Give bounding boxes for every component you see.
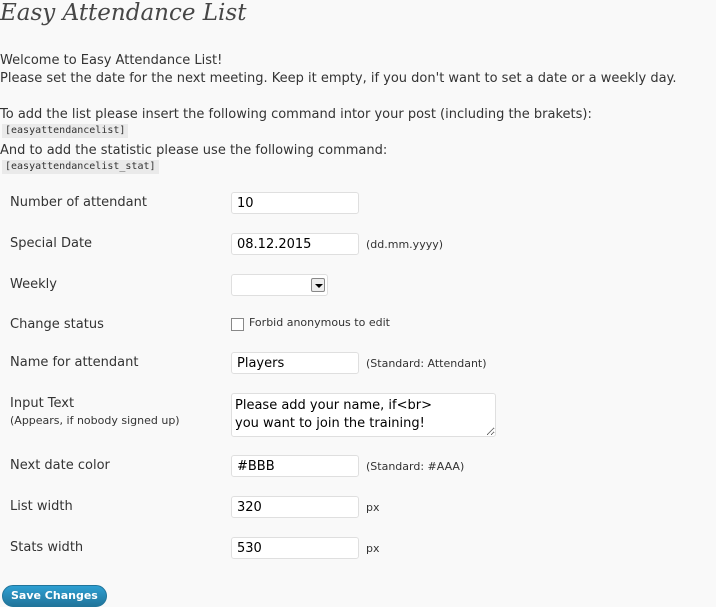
save-changes-button[interactable]: Save Changes xyxy=(2,585,107,607)
stat-instructions: And to add the statistic please use the … xyxy=(0,143,388,158)
input-text-label: Input Text xyxy=(10,396,75,411)
special-date-input[interactable] xyxy=(231,233,359,255)
list-width-unit: px xyxy=(366,501,380,514)
input-text-textarea[interactable]: Please add your name, if<br> you want to… xyxy=(231,393,496,437)
name-for-attendant-label: Name for attendant xyxy=(10,355,139,370)
weekly-select[interactable] xyxy=(231,274,328,296)
stats-width-unit: px xyxy=(366,542,380,555)
list-shortcode: [easyattendancelist] xyxy=(2,124,129,138)
next-date-color-hint: (Standard: #AAA) xyxy=(366,460,465,473)
number-of-attendant-label: Number of attendant xyxy=(10,195,147,210)
stats-width-label: Stats width xyxy=(10,540,84,555)
page-title: Easy Attendance List xyxy=(0,0,247,26)
next-date-color-label: Next date color xyxy=(10,458,110,473)
next-date-color-input[interactable] xyxy=(231,455,359,477)
instructions-text: Please set the date for the next meeting… xyxy=(0,71,677,86)
stat-shortcode: [easyattendancelist_stat] xyxy=(2,160,159,174)
insert-instructions: To add the list please insert the follow… xyxy=(0,107,592,122)
change-status-label: Change status xyxy=(10,317,104,332)
list-width-label: List width xyxy=(10,499,73,514)
special-date-hint: (dd.mm.yyyy) xyxy=(366,238,444,251)
special-date-label: Special Date xyxy=(10,236,93,251)
forbid-anonymous-label[interactable]: Forbid anonymous to edit xyxy=(249,316,390,330)
forbid-anonymous-checkbox[interactable] xyxy=(231,318,244,331)
stats-width-input[interactable] xyxy=(231,537,359,559)
chevron-down-icon[interactable] xyxy=(311,278,325,292)
number-of-attendant-input[interactable] xyxy=(231,192,359,214)
name-for-attendant-hint: (Standard: Attendant) xyxy=(366,357,487,370)
list-width-input[interactable] xyxy=(231,496,359,518)
input-text-sublabel: (Appears, if nobody signed up) xyxy=(10,414,180,427)
name-for-attendant-input[interactable] xyxy=(231,352,359,374)
weekly-label: Weekly xyxy=(10,277,57,292)
welcome-text: Welcome to Easy Attendance List! xyxy=(0,53,223,68)
